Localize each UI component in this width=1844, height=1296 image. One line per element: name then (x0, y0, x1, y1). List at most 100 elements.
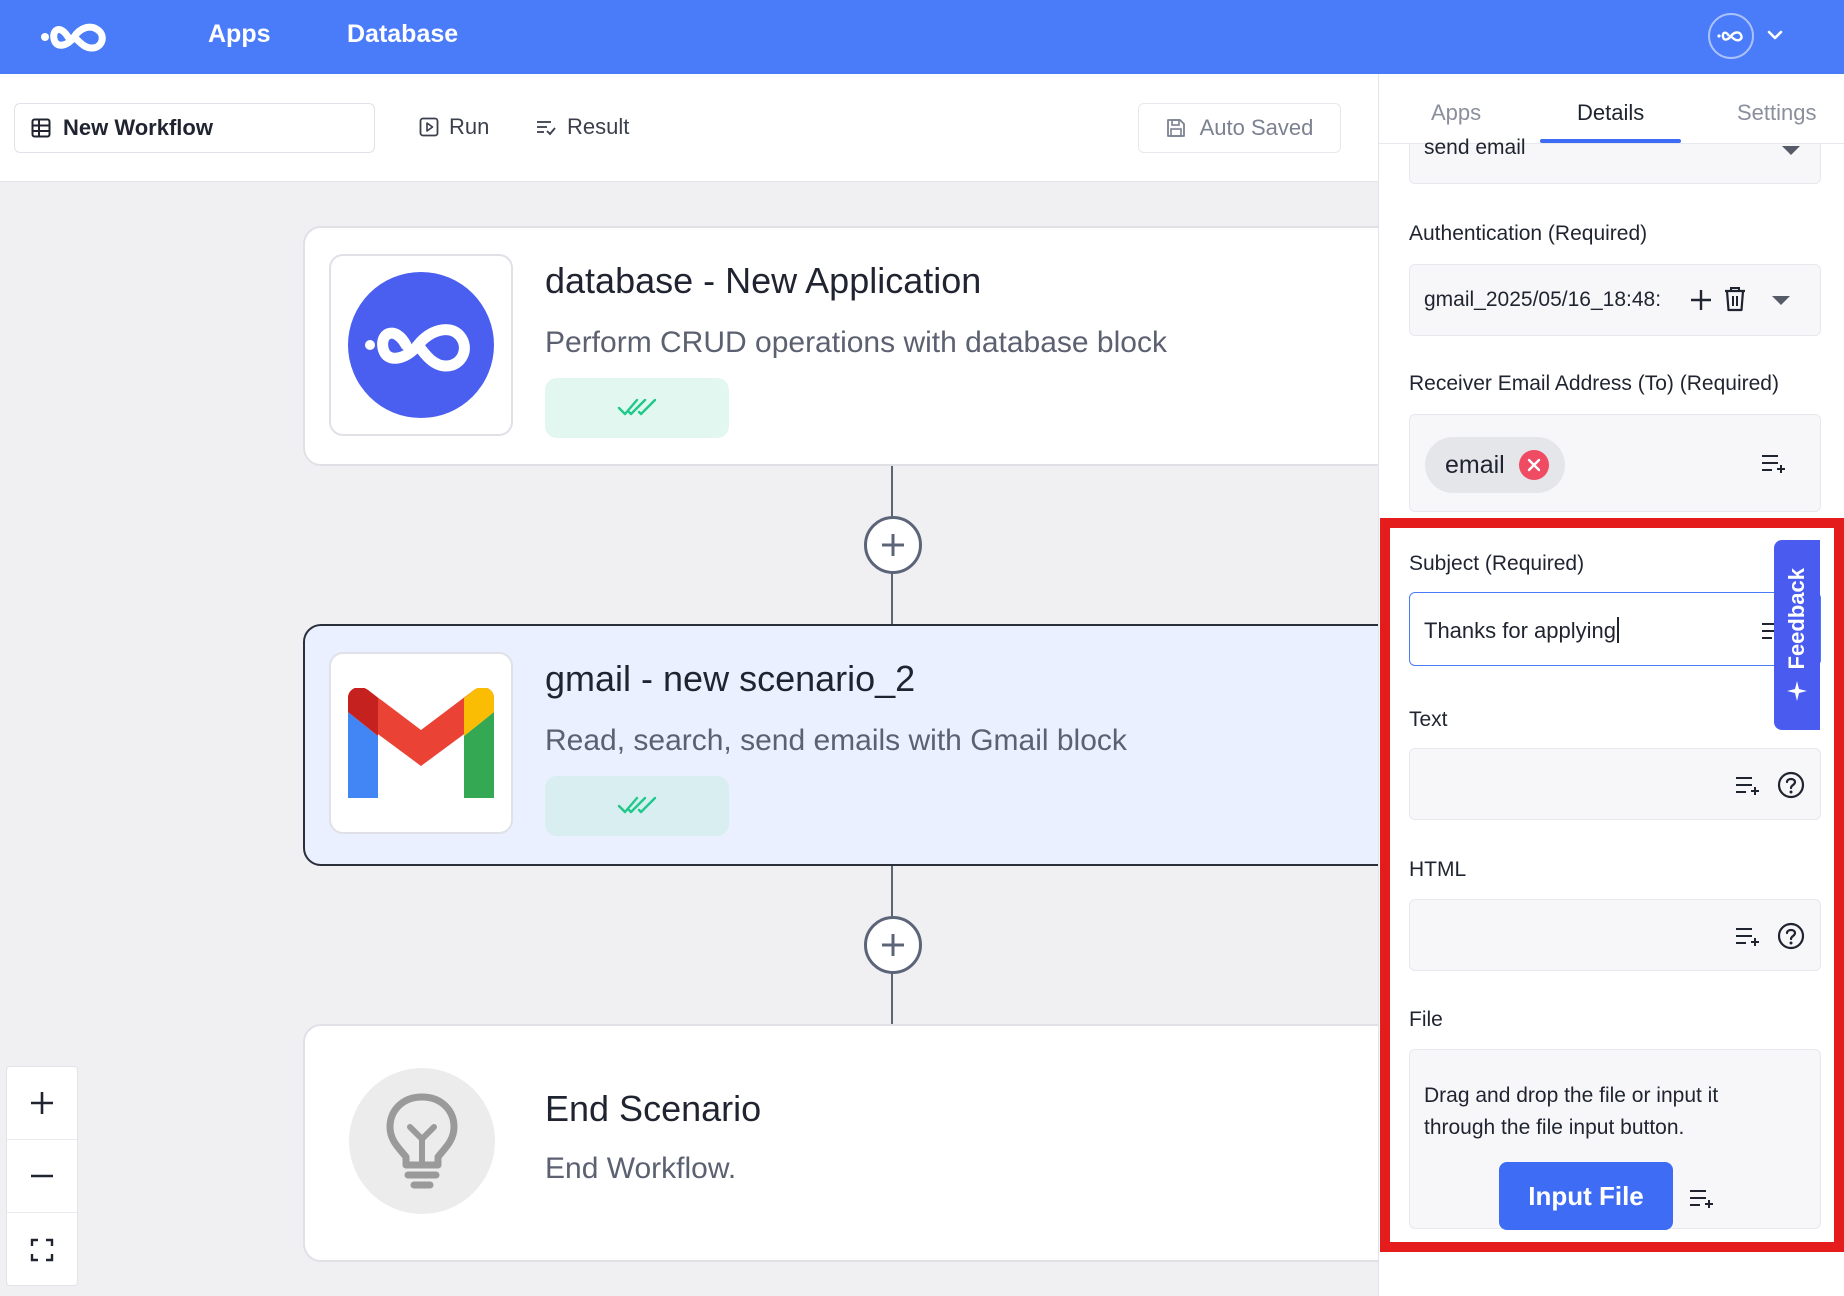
result-label: Result (567, 114, 630, 139)
nav-apps-link[interactable]: Apps (208, 20, 271, 49)
gmail-logo-icon (348, 688, 494, 798)
node-description: Perform CRUD operations with database bl… (545, 326, 1167, 359)
text-label: Text (1409, 708, 1448, 731)
text-input[interactable] (1409, 748, 1821, 820)
input-file-button[interactable]: Input File (1499, 1162, 1673, 1230)
tab-settings[interactable]: Settings (1737, 100, 1817, 126)
table-grid-icon (31, 118, 51, 138)
play-square-icon (419, 117, 439, 137)
double-check-icon (617, 398, 657, 416)
action-select[interactable]: send email (1409, 136, 1821, 184)
workflow-toolbar: New Workflow Run Result Auto Saved (0, 74, 1378, 182)
node-icon-box (329, 652, 513, 834)
auto-saved-label: Auto Saved (1199, 115, 1314, 140)
html-label: HTML (1409, 858, 1467, 881)
insert-variable-button[interactable] (1760, 451, 1788, 475)
auth-select[interactable]: gmail_2025/05/16_18:48: (1409, 264, 1821, 336)
chip-label: email (1445, 450, 1505, 479)
zoom-in-button[interactable] (7, 1067, 77, 1140)
node-title: gmail - new scenario_2 (545, 658, 916, 699)
result-button[interactable]: Result (535, 114, 629, 140)
nav-database-link[interactable]: Database (347, 20, 458, 49)
sparkle-icon (1787, 680, 1807, 701)
add-step-button[interactable] (864, 916, 922, 974)
node-title: End Scenario (545, 1088, 762, 1129)
subject-input[interactable]: Thanks for applying (1409, 592, 1821, 666)
workflow-canvas[interactable]: database - New Application Perform CRUD … (0, 182, 1378, 1296)
list-add-icon (1762, 455, 1785, 473)
help-button[interactable] (1776, 770, 1806, 800)
panel-tabs: Apps Details Settings (1379, 74, 1844, 144)
workflow-name-label: New Workflow (63, 115, 213, 140)
workflow-node-end[interactable]: End Scenario End Workflow. (303, 1024, 1378, 1262)
run-button[interactable]: Run (419, 114, 489, 140)
node-icon-box (329, 254, 513, 436)
fit-screen-icon (30, 1238, 54, 1261)
end-icon-circle (349, 1068, 495, 1214)
node-status-badge (545, 378, 729, 438)
plus-icon (31, 1092, 53, 1114)
add-step-button[interactable] (864, 516, 922, 574)
help-circle-icon (1777, 771, 1805, 799)
help-circle-icon (1777, 922, 1805, 950)
feedback-label: Feedback (1784, 568, 1809, 670)
list-add-icon (1736, 777, 1759, 795)
close-icon (1527, 458, 1540, 472)
infinity-logo-icon[interactable] (40, 16, 122, 58)
help-button[interactable] (1776, 921, 1806, 951)
chevron-down-icon[interactable] (1762, 22, 1788, 48)
receiver-label: Receiver Email Address (To) (Required) (1409, 372, 1779, 395)
run-label: Run (449, 114, 490, 139)
node-description: Read, search, send emails with Gmail blo… (545, 724, 1127, 757)
feedback-tab[interactable]: Feedback (1774, 540, 1820, 730)
fit-screen-button[interactable] (7, 1213, 77, 1286)
top-navbar: Apps Database (0, 0, 1844, 74)
subject-value: Thanks for applying (1424, 618, 1616, 643)
text-cursor (1617, 617, 1619, 643)
workflow-node-gmail[interactable]: gmail - new scenario_2 Read, search, sen… (303, 624, 1378, 866)
auth-value: gmail_2025/05/16_18:48: (1424, 288, 1662, 311)
plus-icon (882, 934, 904, 956)
zoom-out-button[interactable] (7, 1140, 77, 1213)
remove-chip-button[interactable] (1518, 450, 1549, 480)
list-check-icon (537, 121, 556, 136)
file-dropzone[interactable]: Drag and drop the file or input it throu… (1409, 1049, 1821, 1230)
receiver-field[interactable]: email (1409, 414, 1821, 512)
zoom-controls (6, 1066, 78, 1286)
action-select-value: send email (1424, 136, 1526, 159)
insert-variable-button[interactable] (1734, 773, 1762, 797)
caret-down-icon (1782, 146, 1800, 155)
add-auth-button[interactable] (1688, 287, 1714, 313)
tab-apps[interactable]: Apps (1431, 100, 1481, 126)
plus-icon (1691, 290, 1711, 310)
caret-down-icon[interactable] (1772, 296, 1790, 305)
variable-chip: email (1425, 437, 1565, 493)
plus-icon (882, 534, 904, 556)
tab-details[interactable]: Details (1577, 100, 1644, 126)
node-title: database - New Application (545, 260, 982, 301)
list-add-icon (1690, 1190, 1713, 1208)
save-disk-icon (1166, 119, 1185, 137)
insert-variable-button[interactable] (1688, 1186, 1716, 1210)
double-check-icon (617, 796, 657, 814)
node-description: End Workflow. (545, 1152, 737, 1185)
auto-saved-indicator: Auto Saved (1138, 103, 1341, 153)
workflow-node-database[interactable]: database - New Application Perform CRUD … (303, 226, 1378, 466)
user-avatar[interactable] (1708, 13, 1754, 59)
subject-value-wrap: Thanks for applying (1424, 617, 1619, 644)
insert-variable-button[interactable] (1734, 924, 1762, 948)
active-tab-indicator (1540, 139, 1681, 143)
minus-icon (31, 1174, 53, 1178)
trash-icon (1725, 287, 1745, 312)
auth-label: Authentication (Required) (1409, 222, 1648, 245)
file-help-text: Drag and drop the file or input it throu… (1424, 1084, 1719, 1139)
subject-label: Subject (Required) (1409, 552, 1585, 575)
list-add-icon (1736, 928, 1759, 946)
delete-auth-button[interactable] (1722, 285, 1748, 313)
workflow-name-field[interactable]: New Workflow (14, 103, 375, 153)
lightbulb-icon (386, 1093, 458, 1189)
infinity-avatar-icon (1717, 31, 1743, 42)
database-logo-icon (348, 272, 494, 418)
file-label: File (1409, 1008, 1443, 1031)
html-input[interactable] (1409, 899, 1821, 971)
